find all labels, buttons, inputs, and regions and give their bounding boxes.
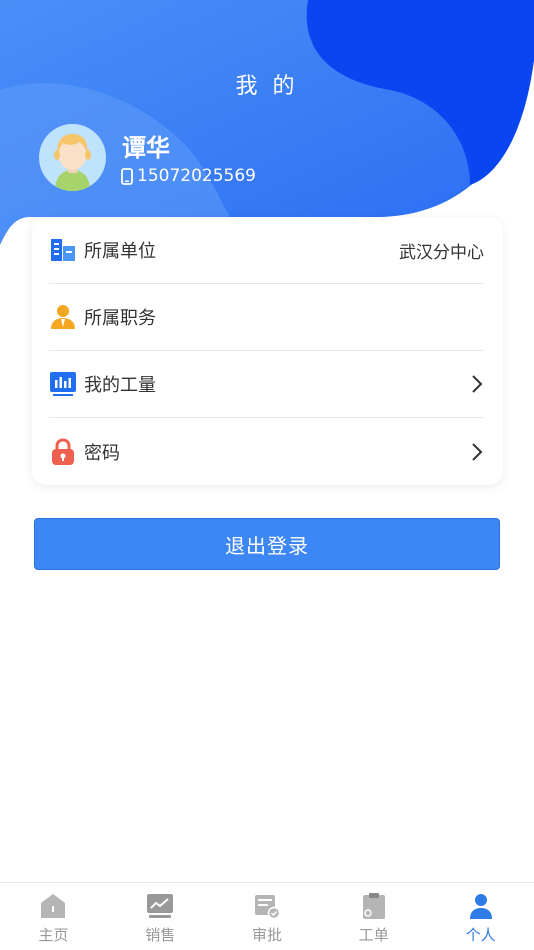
row-unit-label: 所属单位	[84, 241, 156, 262]
sales-chart-icon	[145, 891, 175, 921]
avatar[interactable]	[39, 124, 106, 191]
row-unit-value: 武汉分中心	[399, 242, 484, 263]
phone-icon	[121, 167, 133, 185]
chevron-right-icon	[470, 442, 484, 462]
tab-approval-label: 审批	[251, 926, 282, 944]
user-icon	[466, 891, 496, 921]
avatar-person-icon	[54, 134, 91, 191]
clipboard-icon	[359, 891, 389, 921]
home-icon	[38, 891, 68, 921]
row-password[interactable]: 密码	[49, 418, 484, 485]
approval-icon	[252, 891, 282, 921]
row-password-label: 密码	[84, 442, 120, 464]
tab-home-label: 主页	[38, 926, 69, 944]
user-phone-number: 15072025569	[137, 166, 256, 186]
row-workload-label: 我的工量	[84, 375, 156, 396]
logout-button[interactable]: 退出登录	[34, 518, 500, 570]
tab-sales-label: 销售	[145, 926, 176, 944]
user-phone: 15072025569	[121, 166, 256, 186]
page-title: 我 的	[235, 74, 299, 99]
user-name: 谭华	[122, 134, 170, 162]
tab-sales[interactable]: 销售	[107, 883, 214, 950]
tab-workorder-label: 工单	[358, 926, 389, 944]
tab-profile[interactable]: 个人	[427, 883, 534, 950]
person-badge-icon	[49, 303, 77, 331]
building-icon	[49, 236, 77, 264]
tab-profile-label: 个人	[465, 926, 496, 944]
bottom-tabbar: 主页 销售 审批 工单 个人	[0, 882, 534, 950]
row-position[interactable]: 所属职务	[49, 284, 484, 351]
tab-home[interactable]: 主页	[0, 883, 107, 950]
lock-icon	[49, 437, 77, 466]
row-unit[interactable]: 所属单位 武汉分中心	[49, 217, 484, 284]
bar-chart-icon	[49, 370, 77, 398]
tab-approval[interactable]: 审批	[214, 883, 321, 950]
tab-workorder[interactable]: 工单	[320, 883, 427, 950]
row-position-label: 所属职务	[84, 308, 156, 329]
row-workload[interactable]: 我的工量	[49, 351, 484, 418]
chevron-right-icon	[470, 374, 484, 394]
info-card: 所属单位 武汉分中心 所属职务 我的工量 密码	[32, 217, 503, 485]
